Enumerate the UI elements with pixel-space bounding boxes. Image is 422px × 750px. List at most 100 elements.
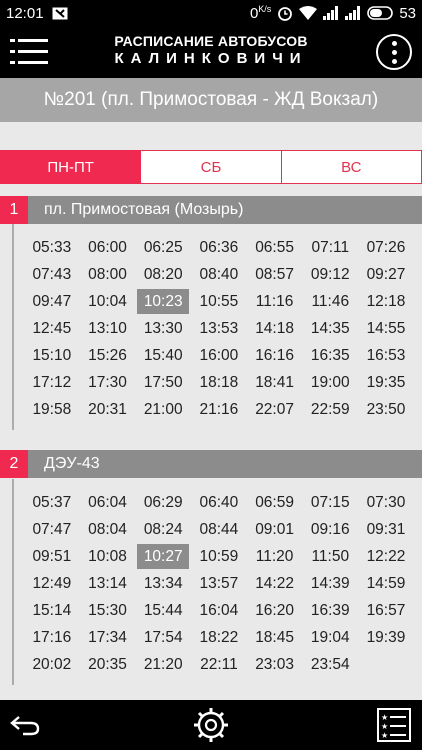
- time-cell: 19:00: [310, 373, 350, 391]
- time-cell: 08:24: [143, 520, 183, 538]
- time-cell: 07:47: [32, 520, 72, 538]
- time-cell: 14:22: [255, 574, 294, 592]
- stop-header-2[interactable]: 2 ДЭУ-43: [0, 450, 422, 478]
- time-cell: 15:10: [32, 346, 72, 364]
- stop-name: пл. Примостовая (Мозырь): [44, 201, 244, 218]
- bottom-bar: ★ ★ ★: [0, 700, 422, 750]
- time-cell: 10:04: [88, 292, 127, 310]
- time-cell: 12:49: [32, 574, 72, 592]
- tab-saturday[interactable]: СБ: [141, 150, 282, 184]
- svg-text:★: ★: [381, 722, 388, 731]
- time-cell: 09:31: [366, 520, 406, 538]
- settings-button[interactable]: [193, 708, 229, 742]
- time-cell: 11:46: [311, 292, 350, 310]
- time-cell: 20:31: [88, 400, 127, 418]
- svg-text:★: ★: [381, 713, 388, 722]
- app-title-line2: КАЛИНКОВИЧИ: [114, 50, 308, 67]
- notification-icon: [52, 7, 68, 20]
- time-cell-next: 10:27: [137, 544, 190, 569]
- back-button[interactable]: [8, 708, 42, 742]
- svg-text:★: ★: [381, 731, 388, 740]
- time-cell: 14:39: [310, 574, 350, 592]
- time-cell: 13:14: [88, 574, 127, 592]
- time-cell: 20:35: [88, 655, 127, 673]
- time-cell: 16:04: [199, 601, 239, 619]
- time-cell: 08:44: [199, 520, 239, 538]
- menu-button[interactable]: [10, 38, 48, 66]
- timeline-line: [12, 224, 14, 430]
- time-cell: 15:30: [88, 601, 127, 619]
- time-cell: 07:43: [32, 265, 72, 283]
- time-cell: 20:02: [32, 655, 72, 673]
- time-cell: 09:16: [310, 520, 350, 538]
- alarm-icon: [277, 5, 293, 21]
- time-cell: 09:47: [32, 292, 72, 310]
- time-cell: 17:34: [88, 628, 127, 646]
- time-cell: 17:30: [88, 373, 127, 391]
- time-cell: 11:50: [311, 547, 350, 565]
- more-options-button[interactable]: [376, 34, 412, 70]
- time-cell: 06:00: [88, 238, 127, 256]
- network-speed: 0K/s: [249, 4, 272, 22]
- time-cell: 09:01: [255, 520, 294, 538]
- day-tabs: ПН-ПТ СБ ВС: [0, 150, 422, 184]
- stop-header-1[interactable]: 1 пл. Примостовая (Мозырь): [0, 196, 422, 224]
- time-cell-next: 10:23: [137, 289, 190, 314]
- time-cell: 09:12: [310, 265, 350, 283]
- time-cell: 05:33: [32, 238, 72, 256]
- time-cell: 13:57: [199, 574, 239, 592]
- time-cell: 10:08: [88, 547, 127, 565]
- time-cell: 07:30: [366, 493, 406, 511]
- time-grid: 05:37 06:04 06:29 06:40 06:59 07:15 07:30 07:47…: [24, 489, 414, 678]
- time-cell: 06:25: [143, 238, 183, 256]
- star-list-icon: ★ ★ ★: [377, 708, 411, 742]
- time-cell: 17:50: [143, 373, 183, 391]
- time-cell: 14:55: [366, 319, 406, 337]
- tab-weekdays[interactable]: ПН-ПТ: [0, 150, 142, 184]
- time-cell: 08:00: [88, 265, 127, 283]
- gear-icon: [194, 708, 228, 742]
- wifi-icon: [299, 6, 318, 20]
- time-cell: 08:57: [255, 265, 294, 283]
- time-cell: 14:18: [255, 319, 294, 337]
- favorites-list-button[interactable]: ★ ★ ★: [376, 708, 412, 742]
- more-vertical-icon: [391, 40, 397, 64]
- time-cell: 15:14: [32, 601, 72, 619]
- time-cell: 14:35: [310, 319, 350, 337]
- time-cell: 12:18: [366, 292, 406, 310]
- time-cell: 11:16: [255, 292, 294, 310]
- tab-sunday[interactable]: ВС: [281, 150, 422, 184]
- time-cell: 09:51: [32, 547, 72, 565]
- time-cell: 13:34: [143, 574, 183, 592]
- stop-2-times: 05:37 06:04 06:29 06:40 06:59 07:15 07:30 07:47…: [0, 479, 422, 685]
- time-cell: 13:10: [88, 319, 127, 337]
- stop-1-times: 05:33 06:00 06:25 06:36 06:55 07:11 07:26 07:43…: [0, 224, 422, 430]
- stop-name: ДЭУ-43: [44, 455, 100, 472]
- time-cell: 18:18: [199, 373, 239, 391]
- time-cell: 06:59: [255, 493, 294, 511]
- time-cell: 12:45: [32, 319, 72, 337]
- time-grid: 05:33 06:00 06:25 06:36 06:55 07:11 07:26 07:43…: [24, 234, 414, 423]
- time-cell: 07:26: [366, 238, 406, 256]
- time-cell: 11:20: [255, 547, 294, 565]
- hamburger-icon: [10, 39, 48, 64]
- time-cell: 16:35: [310, 346, 350, 364]
- time-cell: 17:16: [32, 628, 72, 646]
- time-cell: 21:00: [143, 400, 183, 418]
- time-cell: 14:59: [366, 574, 406, 592]
- time-cell: 07:15: [310, 493, 350, 511]
- time-cell: 19:35: [366, 373, 406, 391]
- time-cell: 22:59: [310, 400, 350, 418]
- time-cell: 18:41: [255, 373, 294, 391]
- time-cell: 21:20: [143, 655, 183, 673]
- stop-number: 1: [0, 196, 28, 224]
- time-cell: 10:55: [199, 292, 239, 310]
- time-cell: 15:40: [143, 346, 183, 364]
- time-cell: 16:16: [255, 346, 294, 364]
- time-cell: 06:29: [143, 493, 183, 511]
- stop-number: 2: [0, 450, 28, 478]
- time-cell: 19:04: [310, 628, 350, 646]
- time-cell: 08:40: [199, 265, 239, 283]
- time-cell: 06:36: [199, 238, 239, 256]
- time-cell: 19:39: [366, 628, 406, 646]
